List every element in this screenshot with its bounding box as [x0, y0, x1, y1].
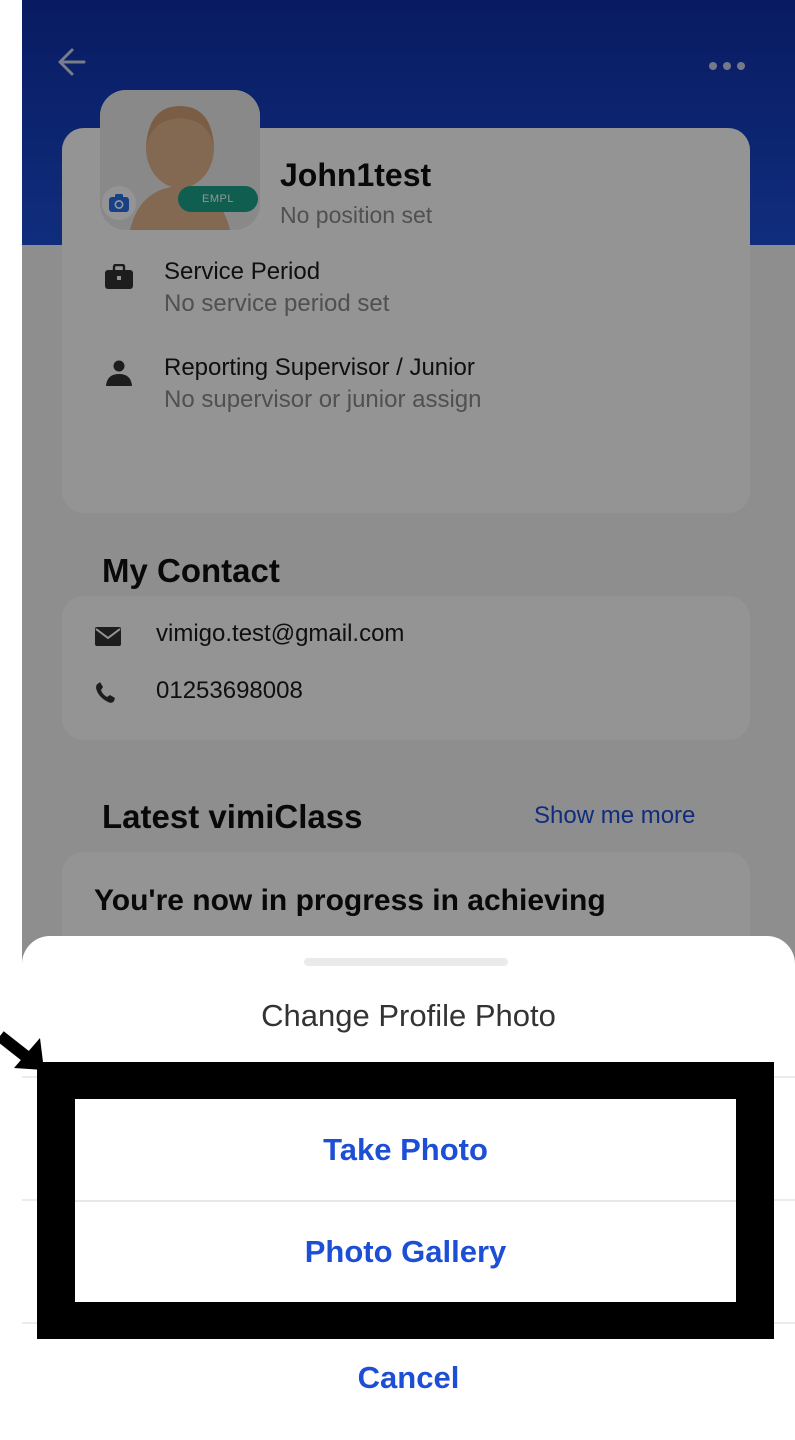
- sheet-title: Change Profile Photo: [261, 998, 556, 1033]
- photo-gallery-button[interactable]: Photo Gallery: [75, 1202, 736, 1302]
- highlight-annotation: Take Photo Photo Gallery: [37, 1062, 774, 1339]
- take-photo-button[interactable]: Take Photo: [75, 1099, 736, 1200]
- pointer-arrow-icon: [0, 1031, 44, 1070]
- sheet-drag-handle[interactable]: [304, 958, 508, 966]
- cancel-button[interactable]: Cancel: [22, 1348, 795, 1408]
